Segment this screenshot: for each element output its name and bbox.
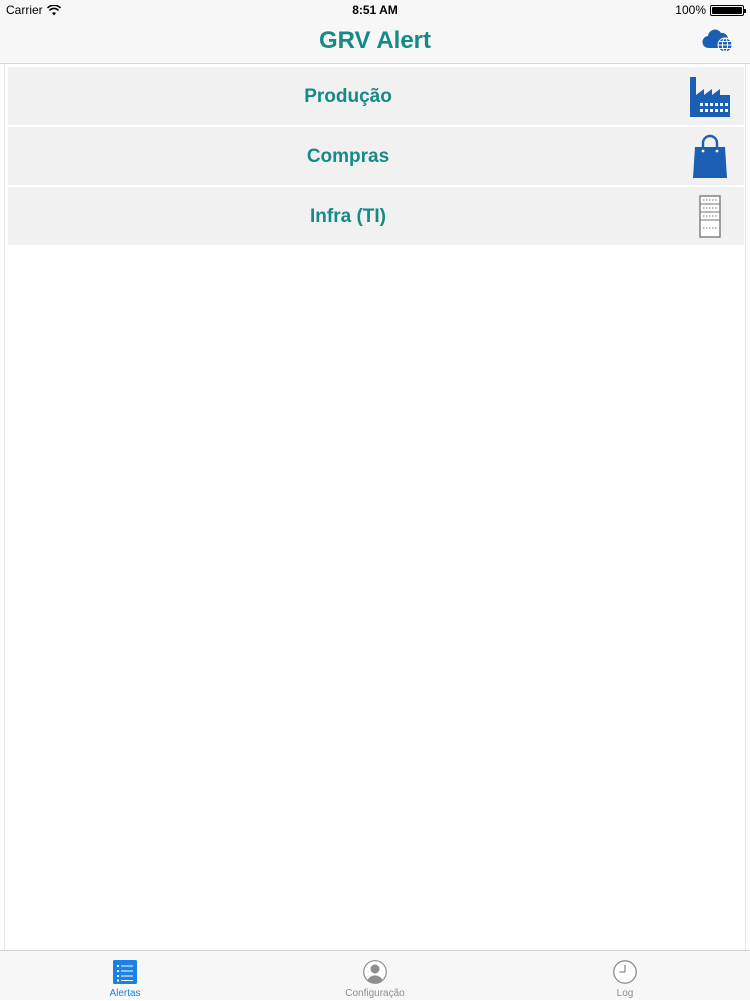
- tab-bar: Alertas Configuração Log: [0, 950, 750, 1000]
- navigation-bar: GRV Alert: [0, 20, 750, 64]
- menu-item-label: Infra (TI): [310, 206, 386, 227]
- tab-alertas[interactable]: Alertas: [0, 951, 250, 1001]
- battery-icon: [710, 4, 746, 16]
- status-time: 8:51 AM: [352, 3, 398, 17]
- menu-item-compras[interactable]: Compras: [8, 127, 744, 185]
- menu-item-producao[interactable]: Produção: [8, 67, 744, 125]
- menu-item-label: Compras: [306, 146, 390, 167]
- factory-icon: [690, 77, 730, 117]
- battery-percent: 100%: [675, 3, 706, 17]
- tab-label: Configuração: [345, 988, 405, 999]
- status-bar: Carrier 8:51 AM 100%: [0, 0, 750, 20]
- server-icon: [699, 195, 721, 238]
- page-title: GRV Alert: [318, 27, 432, 54]
- tab-label: Log: [616, 988, 634, 999]
- cloud-globe-icon[interactable]: [702, 28, 734, 54]
- tab-log[interactable]: Log: [500, 951, 750, 1001]
- tab-configuracao[interactable]: Configuração: [250, 951, 500, 1001]
- menu-list: Produção Compras Infra (TI): [4, 64, 746, 950]
- battery-fill: [712, 6, 742, 14]
- list-icon: [113, 960, 137, 984]
- menu-item-infra[interactable]: Infra (TI): [8, 187, 744, 245]
- tab-label: Alertas: [109, 988, 141, 999]
- shopping-bag-icon: [693, 134, 727, 178]
- user-icon: [363, 960, 387, 984]
- menu-item-label: Produção: [304, 86, 392, 107]
- battery-cap: [744, 8, 746, 13]
- status-right: 100%: [675, 3, 746, 17]
- clock-icon: [613, 960, 637, 984]
